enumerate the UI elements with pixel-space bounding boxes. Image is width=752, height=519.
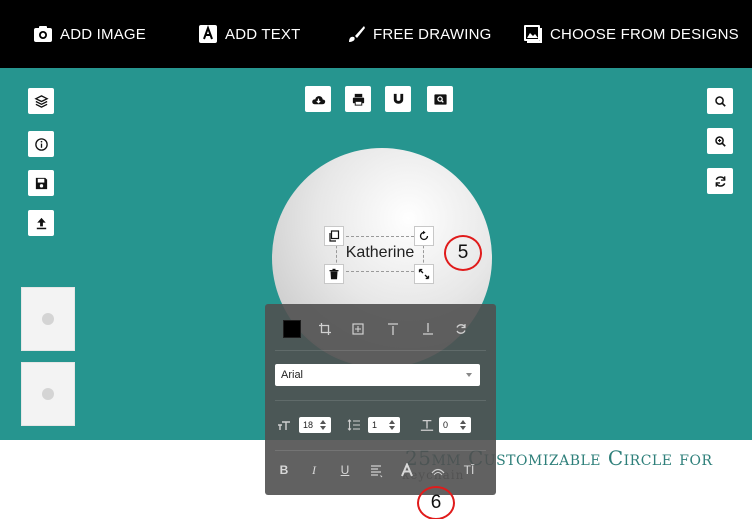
layers-button[interactable] — [28, 88, 54, 114]
top-toolbar: ADD IMAGE ADD TEXT FREE DRAWING CHOOSE F… — [0, 0, 752, 68]
search-icon — [714, 95, 726, 107]
font-size-icon — [277, 416, 291, 434]
magnet-button[interactable] — [385, 86, 411, 112]
free-drawing-button[interactable]: FREE DRAWING — [346, 24, 492, 44]
reset-icon — [715, 175, 725, 187]
curve-text-button[interactable] — [429, 462, 447, 480]
gallery-icon — [523, 24, 543, 44]
text-edit-panel: Arial 18 1 0 B I U TĪ — [265, 304, 496, 495]
letter-spacing-value: 0 — [443, 420, 449, 430]
zoom-in-button[interactable] — [707, 128, 733, 154]
panel-divider — [275, 400, 486, 401]
free-drawing-label: FREE DRAWING — [373, 25, 492, 43]
stepper-arrows-icon — [460, 420, 467, 430]
stepper-arrows-icon — [389, 420, 396, 430]
font-size-value: 18 — [303, 420, 314, 430]
center-align-icon — [352, 323, 364, 335]
download-button[interactable] — [305, 86, 331, 112]
copy-icon — [329, 230, 340, 242]
resize-handle[interactable] — [414, 264, 434, 284]
thumbnail-preview — [42, 313, 54, 325]
zoom-in-icon — [714, 135, 726, 147]
rotate-handle[interactable] — [414, 226, 434, 246]
add-text-button[interactable]: ADD TEXT — [198, 24, 301, 44]
print-button[interactable] — [345, 86, 371, 112]
line-height-icon — [347, 416, 361, 434]
upload-button[interactable] — [28, 210, 54, 236]
image-search-button[interactable] — [427, 86, 453, 112]
letter-spacing-icon — [419, 416, 435, 434]
letter-spacing-stepper[interactable]: 0 — [439, 417, 471, 433]
font-family-value: Arial — [281, 369, 304, 381]
panel-divider — [275, 450, 486, 451]
text-shadow-button[interactable] — [398, 461, 416, 479]
thumbnail-preview — [42, 388, 54, 400]
annotation-marker-6: 6 — [417, 486, 455, 519]
align-menu-button[interactable] — [367, 462, 385, 480]
design-thumbnail-2[interactable] — [21, 362, 75, 426]
align-left-icon — [371, 465, 383, 478]
save-button[interactable] — [28, 170, 54, 196]
reset-button[interactable] — [707, 168, 733, 194]
italic-button[interactable]: I — [305, 463, 323, 478]
info-icon — [34, 137, 48, 151]
align-top-icon — [388, 323, 398, 335]
magnet-icon — [393, 93, 403, 104]
line-height-value: 1 — [372, 420, 378, 430]
trash-icon — [329, 268, 339, 280]
choose-designs-label: CHOOSE FROM DESIGNS — [550, 25, 739, 43]
print-icon — [352, 93, 364, 106]
panel-divider — [275, 350, 486, 351]
align-center-button[interactable] — [349, 320, 367, 338]
crop-button[interactable] — [316, 320, 334, 338]
text-a-icon — [198, 24, 218, 44]
align-bottom-button[interactable] — [419, 320, 437, 338]
resize-icon — [418, 268, 430, 280]
editor-root: ADD IMAGE ADD TEXT FREE DRAWING CHOOSE F… — [0, 0, 752, 519]
curve-icon — [431, 468, 445, 476]
upload-icon — [36, 217, 46, 229]
delete-handle[interactable] — [324, 264, 344, 284]
design-text[interactable]: Katherine — [336, 244, 424, 262]
crop-icon — [319, 323, 331, 335]
flip-button[interactable] — [452, 320, 470, 338]
font-family-select[interactable]: Arial — [275, 364, 480, 386]
search-image-icon — [433, 93, 447, 105]
choose-designs-button[interactable]: CHOOSE FROM DESIGNS — [523, 24, 739, 44]
chevron-down-icon — [466, 373, 472, 377]
cloud-download-icon — [311, 95, 325, 104]
line-height-stepper[interactable]: 1 — [368, 417, 400, 433]
text-transform-button[interactable]: TĪ — [458, 463, 480, 477]
layers-icon — [33, 94, 49, 108]
add-text-label: ADD TEXT — [225, 25, 301, 43]
bold-button[interactable]: B — [275, 463, 293, 477]
add-image-label: ADD IMAGE — [60, 25, 146, 43]
brush-icon — [346, 24, 366, 44]
align-top-button[interactable] — [384, 320, 402, 338]
underline-button[interactable]: U — [336, 463, 354, 477]
duplicate-handle[interactable] — [324, 226, 344, 246]
refresh-icon — [456, 324, 466, 334]
save-icon — [35, 177, 47, 189]
text-color-swatch[interactable] — [283, 320, 301, 338]
font-size-stepper[interactable]: 18 — [299, 417, 331, 433]
font-a-icon — [401, 463, 413, 477]
annotation-marker-5: 5 — [444, 235, 482, 271]
stepper-arrows-icon — [320, 420, 327, 430]
info-button[interactable] — [28, 131, 54, 157]
add-image-button[interactable]: ADD IMAGE — [33, 24, 146, 44]
design-thumbnail-1[interactable] — [21, 287, 75, 351]
align-bottom-icon — [423, 323, 433, 335]
camera-icon — [33, 24, 53, 44]
search-button[interactable] — [707, 88, 733, 114]
rotate-icon — [419, 230, 429, 241]
